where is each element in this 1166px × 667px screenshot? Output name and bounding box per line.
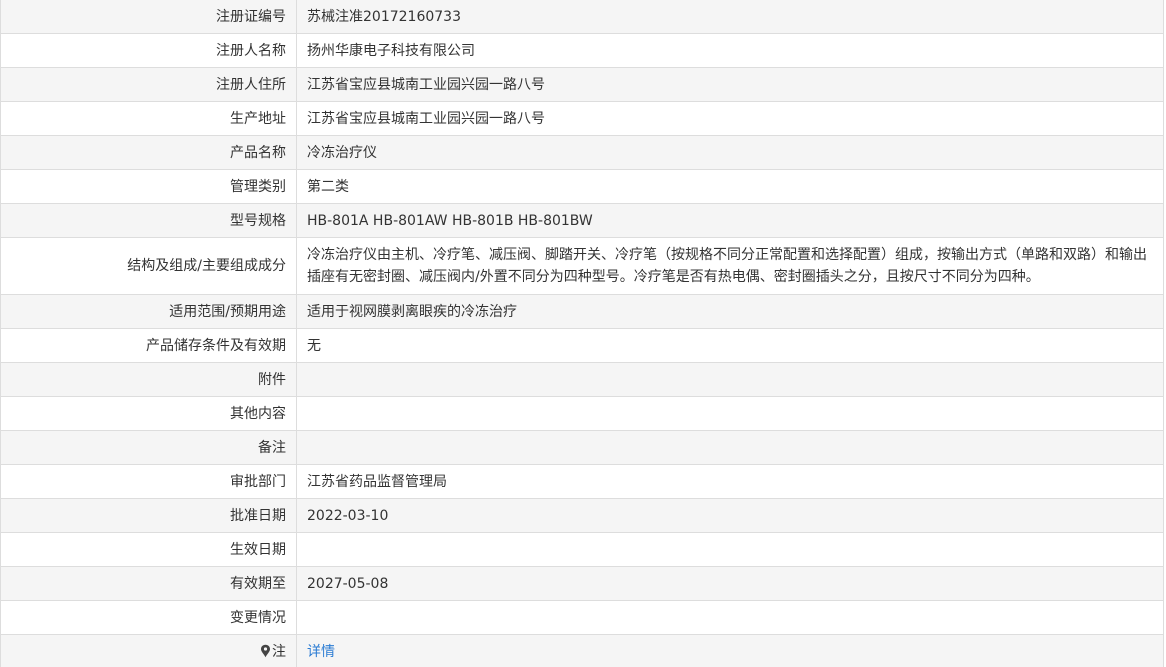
row-registration-number: 注册证编号 苏械注准20172160733 (0, 0, 1164, 34)
record-detail-page: 注册证编号 苏械注准20172160733 注册人名称 扬州华康电子科技有限公司… (0, 0, 1166, 667)
row-value (296, 362, 1164, 397)
row-label: 注册证编号 (0, 0, 297, 34)
row-remarks: 备注 (0, 430, 1164, 465)
row-model-specification: 型号规格 HB-801A HB-801AW HB-801B HB-801BW (0, 203, 1164, 238)
row-approval-date: 批准日期 2022-03-10 (0, 498, 1164, 533)
row-value: 无 (296, 328, 1164, 363)
row-label: 注册人名称 (0, 33, 297, 68)
row-label: 适用范围/预期用途 (0, 294, 297, 329)
row-value: 苏械注准20172160733 (296, 0, 1164, 34)
row-label: 批准日期 (0, 498, 297, 533)
record-detail-table: 注册证编号 苏械注准20172160733 注册人名称 扬州华康电子科技有限公司… (0, 0, 1164, 667)
row-effective-date: 生效日期 (0, 532, 1164, 567)
row-label: 备注 (0, 430, 297, 465)
row-attachments: 附件 (0, 362, 1164, 397)
row-label: 型号规格 (0, 203, 297, 238)
row-production-address: 生产地址 江苏省宝应县城南工业园兴园一路八号 (0, 101, 1164, 136)
row-label: 注 (0, 634, 297, 667)
details-link[interactable]: 详情 (307, 644, 335, 660)
row-label: 审批部门 (0, 464, 297, 499)
row-value: 扬州华康电子科技有限公司 (296, 33, 1164, 68)
row-registrant-address: 注册人住所 江苏省宝应县城南工业园兴园一路八号 (0, 67, 1164, 102)
row-value: HB-801A HB-801AW HB-801B HB-801BW (296, 203, 1164, 238)
row-storage-validity: 产品储存条件及有效期 无 (0, 328, 1164, 363)
row-structure-composition: 结构及组成/主要组成成分 冷冻治疗仪由主机、冷疗笔、减压阀、脚踏开关、冷疗笔（按… (0, 237, 1164, 295)
row-value (296, 532, 1164, 567)
pin-icon (260, 644, 271, 658)
row-label: 其他内容 (0, 396, 297, 431)
row-value: 冷冻治疗仪由主机、冷疗笔、减压阀、脚踏开关、冷疗笔（按规格不同分正常配置和选择配… (296, 237, 1164, 295)
row-other-content: 其他内容 (0, 396, 1164, 431)
row-value (296, 396, 1164, 431)
row-label: 有效期至 (0, 566, 297, 601)
row-note: 注 详情 (0, 634, 1164, 667)
row-label: 注册人住所 (0, 67, 297, 102)
row-value: 2022-03-10 (296, 498, 1164, 533)
row-intended-use: 适用范围/预期用途 适用于视网膜剥离眼疾的冷冻治疗 (0, 294, 1164, 329)
row-label: 产品储存条件及有效期 (0, 328, 297, 363)
row-change-history: 变更情况 (0, 600, 1164, 635)
row-label: 生产地址 (0, 101, 297, 136)
row-label: 产品名称 (0, 135, 297, 170)
row-registrant-name: 注册人名称 扬州华康电子科技有限公司 (0, 33, 1164, 68)
row-value: 冷冻治疗仪 (296, 135, 1164, 170)
row-value: 适用于视网膜剥离眼疾的冷冻治疗 (296, 294, 1164, 329)
row-value (296, 600, 1164, 635)
row-value: 江苏省药品监督管理局 (296, 464, 1164, 499)
row-label: 结构及组成/主要组成成分 (0, 237, 297, 295)
row-value: 江苏省宝应县城南工业园兴园一路八号 (296, 101, 1164, 136)
row-value: 2027-05-08 (296, 566, 1164, 601)
row-product-name: 产品名称 冷冻治疗仪 (0, 135, 1164, 170)
row-management-category: 管理类别 第二类 (0, 169, 1164, 204)
row-label: 变更情况 (0, 600, 297, 635)
row-valid-until: 有效期至 2027-05-08 (0, 566, 1164, 601)
row-value: 第二类 (296, 169, 1164, 204)
row-label: 附件 (0, 362, 297, 397)
row-label: 管理类别 (0, 169, 297, 204)
row-label: 生效日期 (0, 532, 297, 567)
note-label: 注 (272, 643, 286, 660)
row-value: 江苏省宝应县城南工业园兴园一路八号 (296, 67, 1164, 102)
row-approval-department: 审批部门 江苏省药品监督管理局 (0, 464, 1164, 499)
row-value: 详情 (296, 634, 1164, 667)
row-value (296, 430, 1164, 465)
